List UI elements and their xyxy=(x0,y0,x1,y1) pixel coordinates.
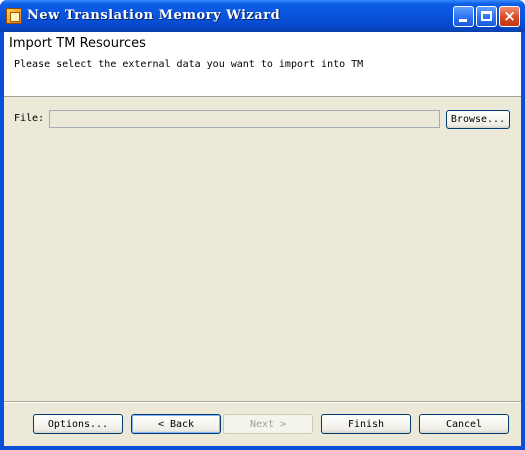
close-button[interactable]: × xyxy=(499,6,520,27)
file-label: File: xyxy=(14,113,45,124)
wizard-header: Import TM Resources Please select the ex… xyxy=(4,32,521,97)
maximize-button[interactable] xyxy=(476,6,497,27)
cancel-button[interactable]: Cancel xyxy=(419,414,509,434)
back-button[interactable]: < Back xyxy=(131,414,221,434)
title-bar[interactable]: New Translation Memory Wizard × xyxy=(0,0,525,32)
options-button[interactable]: Options... xyxy=(33,414,123,434)
window-title: New Translation Memory Wizard xyxy=(27,8,281,23)
footer-separator xyxy=(4,401,521,403)
minimize-button[interactable] xyxy=(453,6,474,27)
file-path-input[interactable] xyxy=(49,110,440,128)
wizard-body: Import TM Resources Please select the ex… xyxy=(4,32,521,446)
wizard-window: New Translation Memory Wizard × Import T… xyxy=(0,0,525,450)
page-description: Please select the external data you want… xyxy=(14,59,364,70)
close-icon: × xyxy=(503,7,516,25)
browse-button[interactable]: Browse... xyxy=(446,110,510,129)
finish-button[interactable]: Finish xyxy=(321,414,411,434)
page-title: Import TM Resources xyxy=(9,36,146,51)
app-icon xyxy=(6,8,22,24)
next-button[interactable]: Next > xyxy=(223,414,313,434)
